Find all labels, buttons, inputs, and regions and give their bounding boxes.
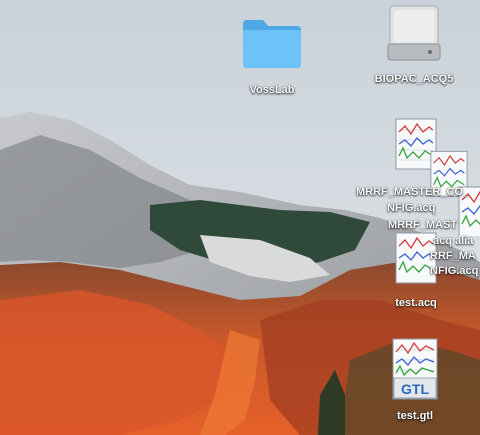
folder-icon-vosslab[interactable] (241, 18, 303, 70)
icon-label-mrrf-master-2a: MRRF_MAST (388, 219, 458, 231)
icon-label-test-acq: test.acq (395, 297, 437, 309)
gtl-badge: GTL (401, 381, 429, 397)
desktop: VossLab BIOPAC_ACQ5 MRRF_MASTER_CO_ NFIG… (0, 0, 480, 435)
gtl-file-icon: GTL (392, 338, 438, 400)
icon-label-mrrf-master-1b: NFIG.acq (387, 202, 436, 214)
icon-label-biopac: BIOPAC_ACQ5 (374, 73, 454, 85)
icon-label-test-gtl: test.gtl (396, 410, 434, 422)
hard-drive-icon (387, 5, 441, 61)
folder-icon (243, 20, 301, 68)
icon-label-mrrf-master-1a: MRRF_MASTER_CO_ (356, 186, 470, 198)
icon-label-mrrf-master-2c: NFIG.acq (430, 265, 479, 277)
icon-label-mrrf-master-2b: RRF_MA (430, 250, 476, 262)
icon-label-acq-alias: acq alia (433, 235, 474, 247)
icon-label-vosslab: VossLab (249, 84, 295, 96)
gtl-file-icon-test[interactable]: GTL (392, 338, 438, 400)
drive-icon-biopac[interactable] (386, 4, 442, 64)
